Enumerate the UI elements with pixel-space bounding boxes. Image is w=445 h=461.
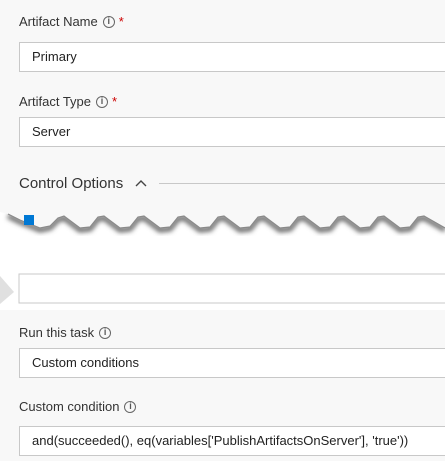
torn-edge-region — [0, 200, 445, 310]
info-icon[interactable]: i — [124, 400, 137, 413]
chevron-up-icon[interactable] — [133, 175, 149, 191]
artifact-name-label-text: Artifact Name — [19, 14, 98, 29]
control-options-header[interactable]: Control Options — [19, 172, 445, 194]
required-marker: * — [118, 14, 124, 29]
custom-condition-input[interactable]: and(succeeded(), eq(variables['PublishAr… — [19, 426, 445, 456]
run-this-task-label: Run this task i — [19, 325, 112, 340]
info-icon[interactable]: i — [96, 95, 109, 108]
artifact-name-input[interactable]: Primary — [19, 42, 445, 72]
custom-condition-label: Custom condition i — [19, 399, 137, 414]
artifact-name-label: Artifact Name i * — [19, 14, 124, 29]
artifact-type-label-text: Artifact Type — [19, 94, 92, 109]
run-this-task-select[interactable]: Custom conditions — [19, 348, 445, 378]
info-icon[interactable]: i — [102, 15, 115, 28]
artifact-type-label: Artifact Type i * — [19, 94, 117, 109]
required-marker: * — [112, 94, 118, 109]
artifact-type-input[interactable]: Server — [19, 117, 445, 147]
custom-condition-label-text: Custom condition — [19, 399, 120, 414]
section-divider — [159, 182, 445, 184]
run-this-task-label-text: Run this task — [19, 325, 95, 340]
control-options-title: Control Options — [19, 174, 124, 192]
info-icon[interactable]: i — [99, 326, 112, 339]
